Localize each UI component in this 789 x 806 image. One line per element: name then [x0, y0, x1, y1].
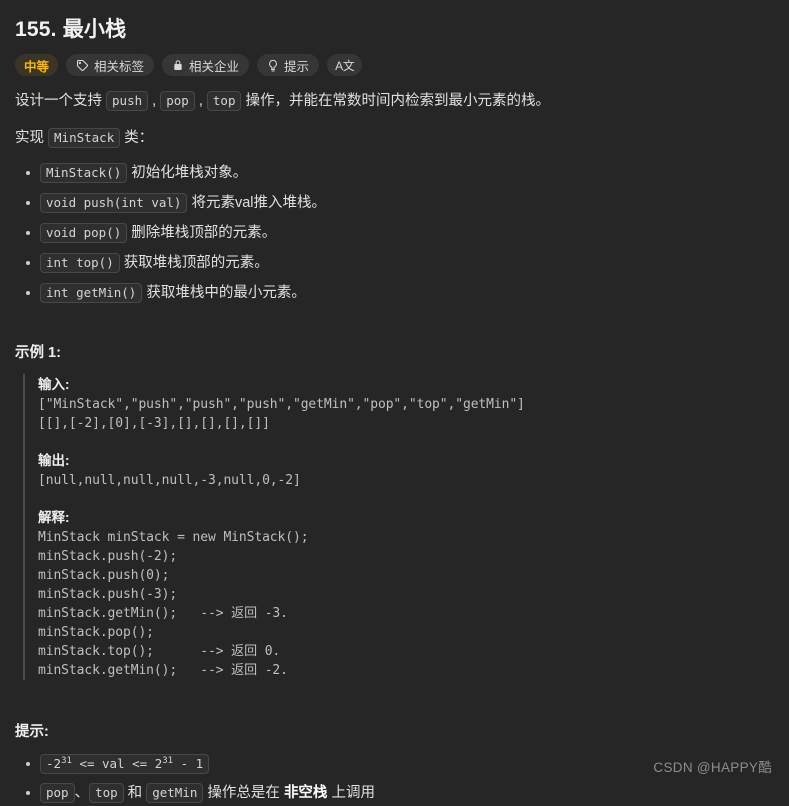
- list-item: pop、 top 和 getMin 操作总是在 非空栈 上调用: [26, 780, 773, 806]
- lightbulb-icon: [267, 59, 279, 72]
- list-item: int getMin() 获取堆栈中的最小元素。: [26, 281, 773, 305]
- code-chip-pop: pop: [40, 783, 75, 803]
- hint-separator-2: 和: [123, 785, 147, 801]
- hints-heading: 提示:: [15, 724, 49, 740]
- example-output-code: [null,null,null,null,-3,null,0,-2]: [38, 473, 301, 488]
- method-description: 将元素val推入堆栈。: [187, 195, 327, 211]
- difficulty-badge-label: 中等: [24, 59, 50, 74]
- hint-separator-1: 、: [74, 785, 90, 801]
- method-list: MinStack() 初始化堆栈对象。 void push(int val) 将…: [12, 161, 773, 305]
- constraint-mid: <= val <=: [71, 756, 155, 771]
- hint-badge-label: 提示: [284, 59, 310, 74]
- page-title: 155. 最小栈: [15, 18, 127, 41]
- description-sep-1: ,: [148, 93, 161, 109]
- problem-page: 155. 最小栈 中等 相关标签 相关企业 提示 A文 设计一个支持 push …: [0, 0, 789, 806]
- example-output-label: 输出:: [38, 453, 70, 468]
- description-line-2: 实现 MinStack 类：: [15, 126, 773, 150]
- hint-text-1: 操作总是在: [203, 785, 284, 801]
- constraint-exp-1: 31: [61, 755, 72, 766]
- hint-text-2: 上调用: [327, 785, 375, 801]
- description-text-2: 操作，并能在常数时间内检索到最小元素的栈。: [241, 93, 551, 109]
- related-topics-label: 相关标签: [94, 59, 145, 74]
- code-chip-getmin: getMin: [146, 783, 204, 803]
- description-text-3: 实现: [15, 130, 49, 146]
- method-signature: void push(int val): [40, 193, 188, 213]
- code-chip-minstack: MinStack: [48, 128, 121, 148]
- hint-badge[interactable]: 提示: [257, 54, 320, 76]
- lock-icon: [172, 59, 184, 72]
- list-item: void pop() 删除堆栈顶部的元素。: [26, 221, 773, 245]
- translate-badge[interactable]: A文: [327, 54, 363, 76]
- description-text-4: 类：: [120, 130, 154, 146]
- description-sep-2: ,: [194, 93, 207, 109]
- method-signature: MinStack(): [40, 163, 128, 183]
- related-topics-badge[interactable]: 相关标签: [66, 54, 155, 76]
- constraint-range: -231 <= val <= 231 - 1: [40, 754, 210, 774]
- watermark: CSDN @HAPPY酷: [653, 760, 772, 775]
- method-description: 获取堆栈顶部的元素。: [119, 255, 269, 271]
- example-heading: 示例 1:: [15, 345, 61, 361]
- code-chip-push: push: [106, 91, 149, 111]
- method-signature: int getMin(): [40, 283, 143, 303]
- constraint-base-1: -2: [46, 756, 62, 771]
- badge-row: 中等 相关标签 相关企业 提示 A文: [15, 54, 773, 76]
- method-signature: void pop(): [40, 223, 128, 243]
- example-input-code: ["MinStack","push","push","push","getMin…: [38, 397, 525, 431]
- related-companies-label: 相关企业: [189, 59, 240, 74]
- method-description: 初始化堆栈对象。: [127, 165, 248, 181]
- related-companies-badge[interactable]: 相关企业: [162, 54, 250, 76]
- constraint-exp-2: 31: [162, 755, 174, 766]
- method-description: 获取堆栈中的最小元素。: [142, 285, 306, 301]
- code-chip-top: top: [89, 783, 124, 803]
- description-line-1: 设计一个支持 push , pop , top 操作，并能在常数时间内检索到最小…: [15, 89, 773, 113]
- example-explanation-label: 解释:: [38, 510, 70, 525]
- code-chip-pop: pop: [160, 91, 195, 111]
- description-text-1: 设计一个支持: [15, 93, 107, 109]
- hint-emphasis: 非空栈: [283, 785, 328, 801]
- tag-icon: [76, 59, 89, 72]
- code-chip-top: top: [206, 91, 242, 111]
- translate-icon: A文: [335, 58, 355, 73]
- example-block: 输入: ["MinStack","push","push","push","ge…: [23, 374, 773, 680]
- constraint-tail: - 1: [173, 756, 204, 771]
- list-item: MinStack() 初始化堆栈对象。: [26, 161, 773, 185]
- list-item: int top() 获取堆栈顶部的元素。: [26, 251, 773, 275]
- example-input-label: 输入:: [38, 377, 70, 392]
- difficulty-badge[interactable]: 中等: [15, 54, 59, 76]
- list-item: void push(int val) 将元素val推入堆栈。: [26, 191, 773, 215]
- example-explanation-code: MinStack minStack = new MinStack(); minS…: [38, 530, 309, 678]
- method-signature: int top(): [40, 253, 120, 273]
- method-description: 删除堆栈顶部的元素。: [127, 225, 277, 241]
